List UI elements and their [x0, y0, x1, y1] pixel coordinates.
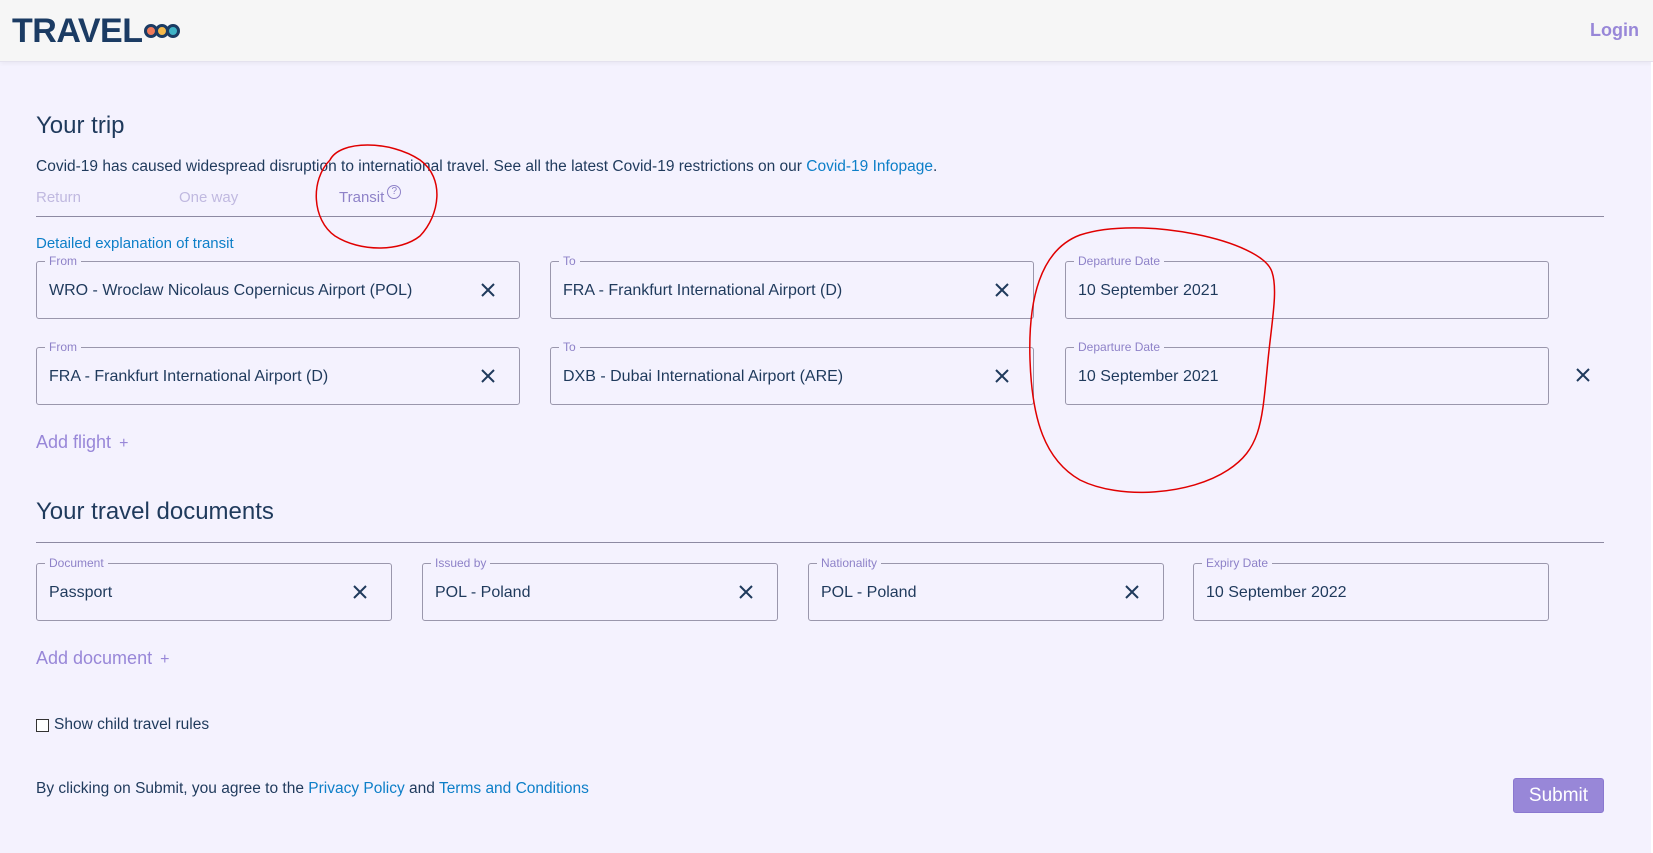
covid-notice-text: Covid-19 has caused widespread disruptio…: [36, 158, 807, 175]
clear-icon[interactable]: [477, 279, 499, 301]
covid-infopage-link[interactable]: Covid-19 Infopage: [806, 158, 933, 175]
plus-icon: +: [119, 435, 129, 452]
submit-button[interactable]: Submit: [1513, 778, 1604, 813]
field-value: Passport: [49, 584, 113, 601]
field-label: Document: [45, 556, 108, 570]
trip-section-title: Your trip: [36, 112, 125, 139]
field-value: 10 September 2021: [1078, 368, 1219, 385]
field-value: 10 September 2022: [1206, 584, 1347, 601]
field-label: From: [45, 254, 81, 268]
clear-icon[interactable]: [735, 581, 757, 603]
field-value: FRA - Frankfurt International Airport (D…: [563, 282, 843, 299]
field-label: To: [559, 340, 580, 354]
field-label: Expiry Date: [1202, 556, 1273, 570]
add-flight-label: Add flight: [36, 432, 112, 452]
field-label: Nationality: [817, 556, 882, 570]
clear-icon[interactable]: [991, 279, 1013, 301]
field-value: 10 September 2021: [1078, 282, 1219, 299]
remove-flight-icon[interactable]: [1572, 364, 1594, 386]
flight-2-from-field[interactable]: From FRA - Frankfurt International Airpo…: [36, 340, 520, 405]
annotation-overlay: [315, 144, 1276, 494]
nationality-field[interactable]: Nationality POL - Poland: [808, 556, 1164, 621]
document-type-field[interactable]: Document Passport: [36, 556, 392, 621]
field-label: Departure Date: [1074, 254, 1165, 268]
field-value: POL - Poland: [821, 584, 917, 601]
field-label: From: [45, 340, 81, 354]
plus-icon: +: [160, 651, 170, 668]
flight-2-date-field[interactable]: Departure Date 10 September 2021: [1065, 340, 1549, 405]
flight-1-to-field[interactable]: To FRA - Frankfurt International Airport…: [550, 254, 1034, 319]
field-label: Departure Date: [1074, 340, 1165, 354]
logo-dot-3: [166, 24, 181, 38]
help-icon[interactable]: ?: [387, 185, 402, 199]
flight-1-from-field[interactable]: From WRO - Wroclaw Nicolaus Copernicus A…: [36, 254, 520, 319]
field-label: To: [559, 254, 580, 268]
logo-text: TRAVEL: [12, 12, 143, 50]
clear-icon[interactable]: [991, 365, 1013, 387]
field-value: POL - Poland: [435, 584, 531, 601]
trip-type-return[interactable]: Return: [36, 189, 81, 206]
clear-icon[interactable]: [477, 365, 499, 387]
privacy-policy-link[interactable]: Privacy Policy: [308, 780, 404, 797]
clear-icon[interactable]: [1121, 581, 1143, 603]
covid-notice-end: .: [932, 158, 938, 175]
field-value: FRA - Frankfurt International Airport (D…: [49, 368, 329, 385]
terms-text: By clicking on Submit, you agree to the …: [36, 780, 589, 798]
add-document-label: Add document: [36, 648, 153, 668]
trip-type-one-way[interactable]: One way: [179, 189, 238, 206]
field-value: DXB - Dubai International Airport (ARE): [563, 368, 844, 385]
child-rules-checkbox[interactable]: [36, 718, 49, 732]
covid-notice: Covid-19 has caused widespread disruptio…: [36, 158, 937, 176]
document-issued-by-field[interactable]: Issued by POL - Poland: [422, 556, 778, 621]
terms-and: and: [404, 780, 439, 797]
traveldoc-logo[interactable]: TRAVEL: [12, 12, 181, 50]
trip-divider: [36, 216, 1604, 217]
add-flight-button[interactable]: Add flight +: [36, 432, 128, 453]
field-label: Issued by: [431, 556, 491, 570]
top-header: TRAVEL Login: [0, 0, 1653, 62]
trip-type-transit-label: Transit: [339, 189, 385, 206]
child-rules-row: Show child travel rules: [36, 716, 209, 734]
child-rules-label[interactable]: Show child travel rules: [54, 716, 209, 734]
field-value: WRO - Wroclaw Nicolaus Copernicus Airpor…: [49, 282, 413, 299]
documents-section-title: Your travel documents: [36, 498, 274, 525]
add-document-button[interactable]: Add document +: [36, 648, 169, 669]
clear-icon[interactable]: [349, 581, 371, 603]
flight-1-date-field[interactable]: Departure Date 10 September 2021: [1065, 254, 1549, 319]
expiry-date-field[interactable]: Expiry Date 10 September 2022: [1193, 556, 1549, 621]
terms-conditions-link[interactable]: Terms and Conditions: [439, 780, 589, 797]
terms-prefix: By clicking on Submit, you agree to the: [36, 780, 309, 797]
transit-explanation-link[interactable]: Detailed explanation of transit: [36, 235, 234, 252]
login-link[interactable]: Login: [1590, 20, 1639, 41]
trip-type-transit[interactable]: Transit?: [339, 185, 402, 206]
logo-mark: [144, 24, 181, 38]
documents-divider: [36, 542, 1604, 543]
flight-2-to-field[interactable]: To DXB - Dubai International Airport (AR…: [550, 340, 1034, 405]
